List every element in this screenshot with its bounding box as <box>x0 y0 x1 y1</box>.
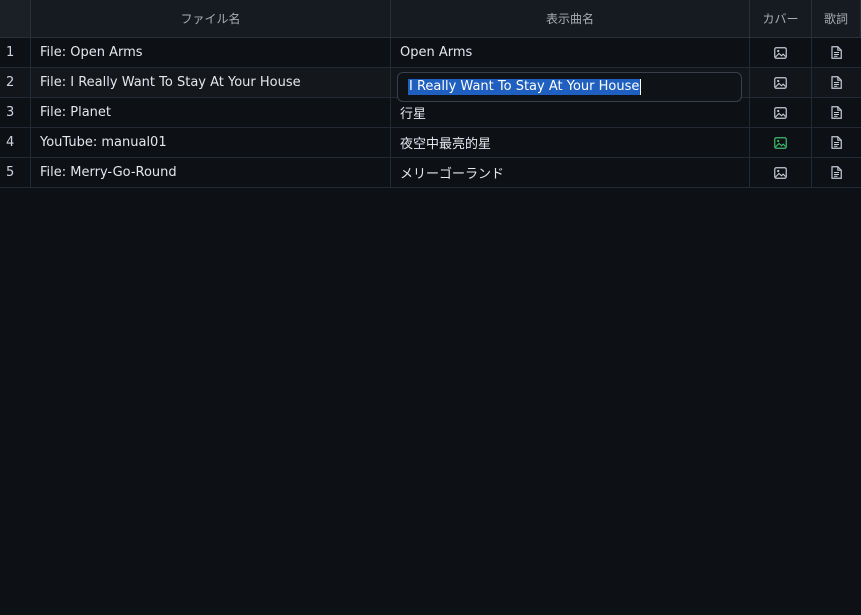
file-name-cell[interactable]: File: Merry-Go-Round <box>31 158 391 187</box>
document-icon[interactable] <box>831 76 842 89</box>
display-name-edit-input[interactable]: I Really Want To Stay At Your House <box>397 72 742 102</box>
image-icon[interactable] <box>774 166 787 179</box>
table-row[interactable]: 5 File: Merry-Go-Round メリーゴーランド <box>0 158 861 188</box>
document-icon[interactable] <box>831 106 842 119</box>
display-name-cell[interactable]: Open Arms <box>391 38 750 67</box>
cover-cell[interactable] <box>750 38 812 67</box>
display-name-cell[interactable]: 夜空中最亮的星 <box>391 128 750 157</box>
table-header: ファイル名 表示曲名 カバー 歌詞 <box>0 0 861 38</box>
image-icon[interactable] <box>774 106 787 119</box>
document-icon[interactable] <box>831 46 842 59</box>
lyrics-cell[interactable] <box>812 158 861 187</box>
document-icon[interactable] <box>831 166 842 179</box>
lyrics-cell[interactable] <box>812 128 861 157</box>
image-icon[interactable] <box>774 46 787 59</box>
image-icon-active[interactable] <box>774 136 787 149</box>
cover-cell[interactable] <box>750 98 812 127</box>
row-index: 4 <box>0 128 31 157</box>
file-name-cell[interactable]: File: Open Arms <box>31 38 391 67</box>
file-name-cell[interactable]: File: Planet <box>31 98 391 127</box>
table-row[interactable]: 3 File: Planet 行星 <box>0 98 861 128</box>
text-caret <box>640 79 642 95</box>
display-name-cell[interactable]: 行星 <box>391 98 750 127</box>
display-name-cell[interactable]: メリーゴーランド <box>391 158 750 187</box>
header-display-name[interactable]: 表示曲名 <box>391 0 750 37</box>
file-name-cell[interactable]: File: I Really Want To Stay At Your Hous… <box>31 68 391 97</box>
row-index: 3 <box>0 98 31 127</box>
header-index <box>0 0 31 37</box>
table-row[interactable]: 4 YouTube: manual01 夜空中最亮的星 <box>0 128 861 158</box>
document-icon[interactable] <box>831 136 842 149</box>
file-name-cell[interactable]: YouTube: manual01 <box>31 128 391 157</box>
header-lyrics[interactable]: 歌詞 <box>812 0 861 37</box>
lyrics-cell[interactable] <box>812 38 861 67</box>
cover-cell[interactable] <box>750 68 812 97</box>
header-cover[interactable]: カバー <box>750 0 812 37</box>
row-index: 1 <box>0 38 31 67</box>
image-icon[interactable] <box>774 76 787 89</box>
cover-cell[interactable] <box>750 128 812 157</box>
lyrics-cell[interactable] <box>812 68 861 97</box>
header-file-name[interactable]: ファイル名 <box>31 0 391 37</box>
row-index: 5 <box>0 158 31 187</box>
selected-text[interactable]: I Really Want To Stay At Your House <box>408 79 641 95</box>
lyrics-cell[interactable] <box>812 98 861 127</box>
table-row[interactable]: 1 File: Open Arms Open Arms <box>0 38 861 68</box>
row-index: 2 <box>0 68 31 97</box>
cover-cell[interactable] <box>750 158 812 187</box>
